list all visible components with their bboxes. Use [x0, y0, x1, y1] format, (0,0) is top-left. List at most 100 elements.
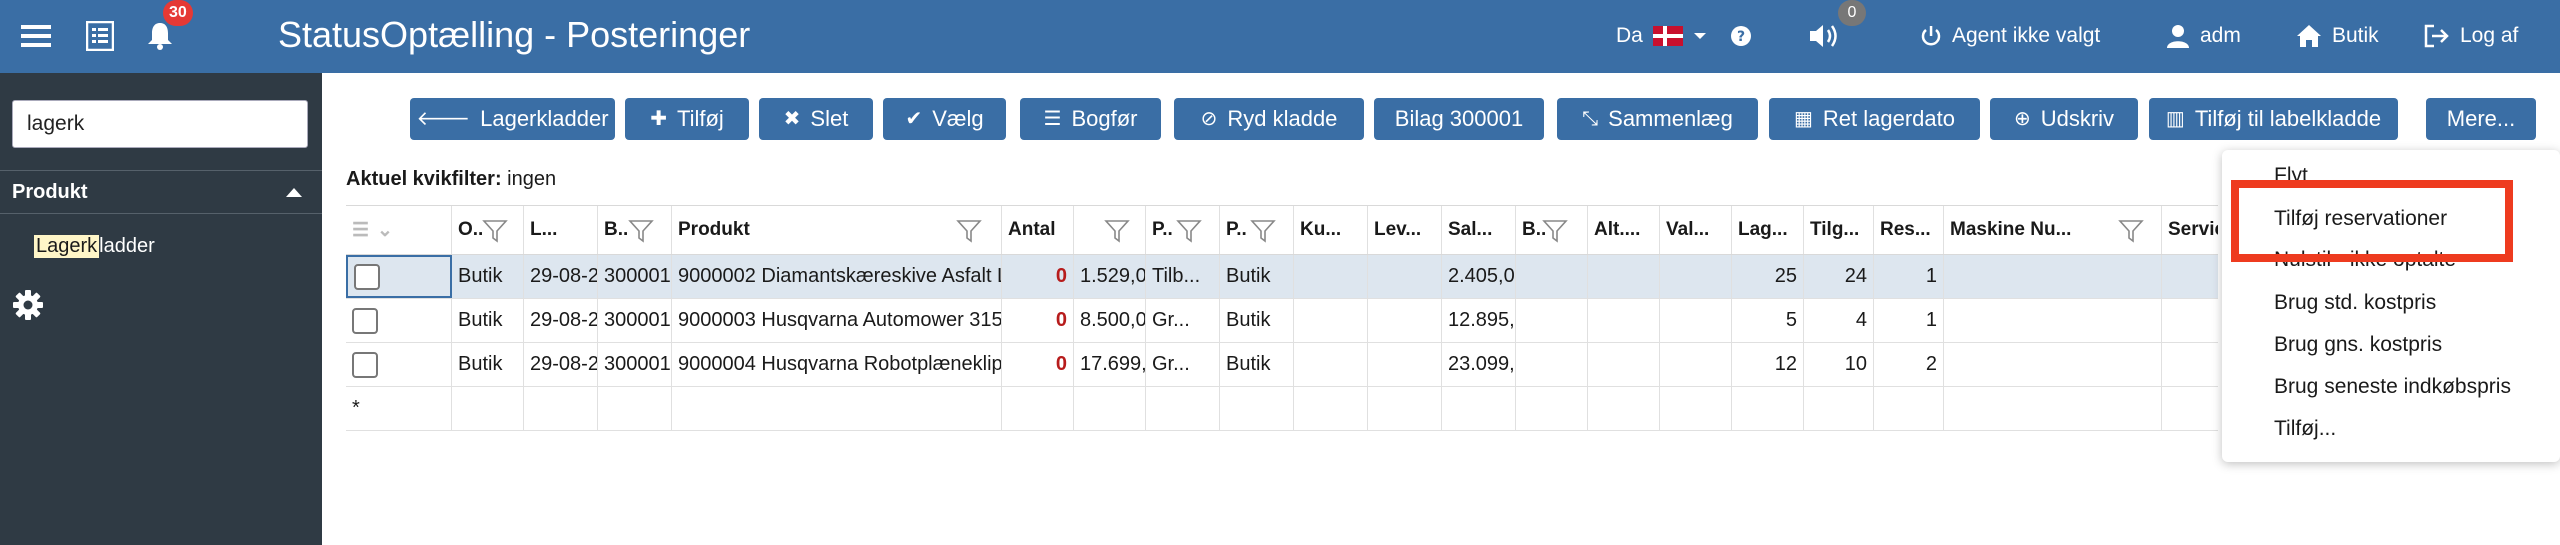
bilag-button[interactable]: Bilag 300001 [1374, 98, 1544, 140]
table-cell: Butik [1220, 299, 1294, 342]
tilfoej-button[interactable]: ✚ Tilføj [625, 98, 749, 140]
table-row[interactable]: Butik 29-08-2 300001 9000002 Diamantskær… [346, 255, 2218, 299]
table-cell [1294, 343, 1368, 386]
column-header[interactable]: Lag... [1732, 206, 1804, 254]
column-header[interactable]: Alt.... [1588, 206, 1660, 254]
sidebar-search-input[interactable]: lagerk [12, 100, 308, 148]
row-select-cell[interactable] [346, 299, 452, 342]
column-header[interactable]: Sal... [1442, 206, 1516, 254]
lagerkladder-button[interactable]: 🡐 Lagerkladder [410, 98, 615, 140]
filter-icon[interactable] [956, 218, 982, 244]
ryd-kladde-button[interactable]: ⊘ Ryd kladde [1174, 98, 1364, 140]
column-header[interactable]: Tilg... [1804, 206, 1874, 254]
hamburger-menu-icon[interactable] [18, 18, 54, 54]
sammenlaeg-button[interactable]: ⤡ Sammenlæg [1557, 98, 1758, 140]
filter-icon[interactable] [1176, 218, 1202, 244]
table-cell: Butik [452, 299, 524, 342]
menu-item-flyt[interactable]: Flyt [2274, 164, 2308, 188]
table-cell: 10 [1804, 343, 1874, 386]
shop-selector[interactable]: Butik [2296, 20, 2379, 52]
language-selector[interactable]: Da [1616, 20, 1707, 52]
logout-button[interactable]: Log af [2424, 20, 2518, 52]
menu-item-tilfoej[interactable]: Tilføj... [2274, 417, 2336, 441]
agent-selector[interactable]: Agent ikke valgt [1920, 20, 2100, 52]
volume-icon[interactable] [1808, 20, 1840, 52]
udskriv-button[interactable]: ⊕ Udskriv [1990, 98, 2138, 140]
filter-icon[interactable] [2118, 218, 2144, 244]
search-match-highlight: Lagerk [34, 235, 100, 258]
column-header[interactable]: Lev... [1368, 206, 1442, 254]
filter-icon[interactable] [628, 218, 654, 244]
list-icon: ☰ [1043, 108, 1062, 130]
caret-up-icon [286, 188, 302, 197]
more-dropdown-menu: Flyt Tilføj reservationer Nulstil - ikke… [2222, 150, 2560, 462]
column-chooser[interactable]: ☰ ⌄ [346, 206, 452, 254]
table-cell [1660, 343, 1732, 386]
table-cell: 9000004 Husqvarna Robotplæneklip [672, 343, 1002, 386]
column-header[interactable]: Res... [1874, 206, 1944, 254]
quickfilter-value: ingen [507, 168, 557, 190]
bogfoer-button[interactable]: ☰ Bogfør [1020, 98, 1161, 140]
svg-text:?: ? [1737, 29, 1745, 45]
column-header[interactable]: Antal [1002, 206, 1074, 254]
table-cell [1944, 255, 2162, 298]
sidebar-item-lagerkladder[interactable]: Lagerk ladder [34, 235, 155, 258]
table-cell [1368, 299, 1442, 342]
slet-button[interactable]: ✖ Slet [759, 98, 873, 140]
sidebar-item-label-rest: ladder [99, 235, 155, 257]
row-checkbox[interactable] [352, 351, 378, 378]
row-checkbox[interactable] [352, 307, 378, 334]
table-cell [1588, 299, 1660, 342]
plus-icon: ✚ [650, 108, 667, 130]
sound-count-badge: 0 [1838, 0, 1866, 26]
filter-icon[interactable] [1104, 218, 1130, 244]
sidebar-section-label: Produkt [12, 180, 88, 203]
column-header[interactable]: Val... [1660, 206, 1732, 254]
filter-icon[interactable] [1250, 218, 1276, 244]
sidebar-section-produkt[interactable]: Produkt [0, 170, 322, 214]
list-view-icon[interactable] [82, 18, 118, 54]
menu-item-tilfoej-reservationer[interactable]: Tilføj reservationer [2274, 207, 2447, 231]
column-header[interactable]: Ku... [1294, 206, 1368, 254]
table-cell [1944, 343, 2162, 386]
table-cell: 1 [1874, 299, 1944, 342]
power-icon [1921, 26, 1941, 46]
button-label: Slet [810, 106, 849, 131]
table-row[interactable]: Butik 29-08-2 300001 9000004 Husqvarna R… [346, 343, 2218, 387]
shop-label: Butik [2332, 24, 2379, 47]
row-select-cell[interactable] [346, 343, 452, 386]
chevron-down-icon [1693, 33, 1706, 39]
grid-header: ☰ ⌄ O.. L... B.. Produkt Antal P.. P.. Ku… [346, 205, 2218, 255]
menu-item-brug-seneste-indkoebspris[interactable]: Brug seneste indkøbspris [2274, 375, 2511, 399]
table-row[interactable]: Butik 29-08-2 300001 9000003 Husqvarna A… [346, 299, 2218, 343]
table-cell: Tilb... [1146, 255, 1220, 298]
column-header[interactable]: L... [524, 206, 598, 254]
notification-count-badge: 30 [163, 0, 193, 26]
top-bar: 30 StatusOptælling - Posteringer Da ? 0 … [0, 0, 2560, 73]
help-icon[interactable]: ? [1730, 20, 1752, 52]
tilfoej-til-labelkladde-button[interactable]: ▥ Tilføj til labelkladde [2149, 98, 2398, 140]
table-cell: 8.500,0 [1074, 299, 1146, 342]
filter-icon[interactable] [482, 218, 508, 244]
table-cell [1516, 343, 1588, 386]
ret-lagerdato-button[interactable]: ▦ Ret lagerdato [1769, 98, 1980, 140]
column-header[interactable]: Produkt [672, 206, 1002, 254]
new-row[interactable]: * [346, 387, 2218, 431]
gear-icon[interactable] [12, 289, 44, 326]
check-icon: ✔ [905, 108, 923, 130]
user-menu[interactable]: adm [2166, 20, 2241, 52]
language-label: Da [1616, 24, 1643, 47]
table-cell [1588, 255, 1660, 298]
filter-icon[interactable] [1542, 218, 1568, 244]
menu-item-nulstil[interactable]: Nulstil - ikke optalte [2274, 248, 2456, 272]
row-select-cell[interactable] [346, 255, 452, 298]
table-cell: 300001 [598, 299, 672, 342]
button-label: Tilføj til labelkladde [2194, 106, 2382, 131]
mere-button[interactable]: Mere... [2426, 98, 2536, 140]
column-header[interactable]: Servic [2162, 206, 2218, 254]
menu-item-brug-gns-kostpris[interactable]: Brug gns. kostpris [2274, 333, 2442, 357]
row-checkbox[interactable] [354, 263, 380, 290]
table-cell: 1.529,0 [1074, 255, 1146, 298]
vaelg-button[interactable]: ✔ Vælg [883, 98, 1006, 140]
menu-item-brug-std-kostpris[interactable]: Brug std. kostpris [2274, 291, 2436, 315]
